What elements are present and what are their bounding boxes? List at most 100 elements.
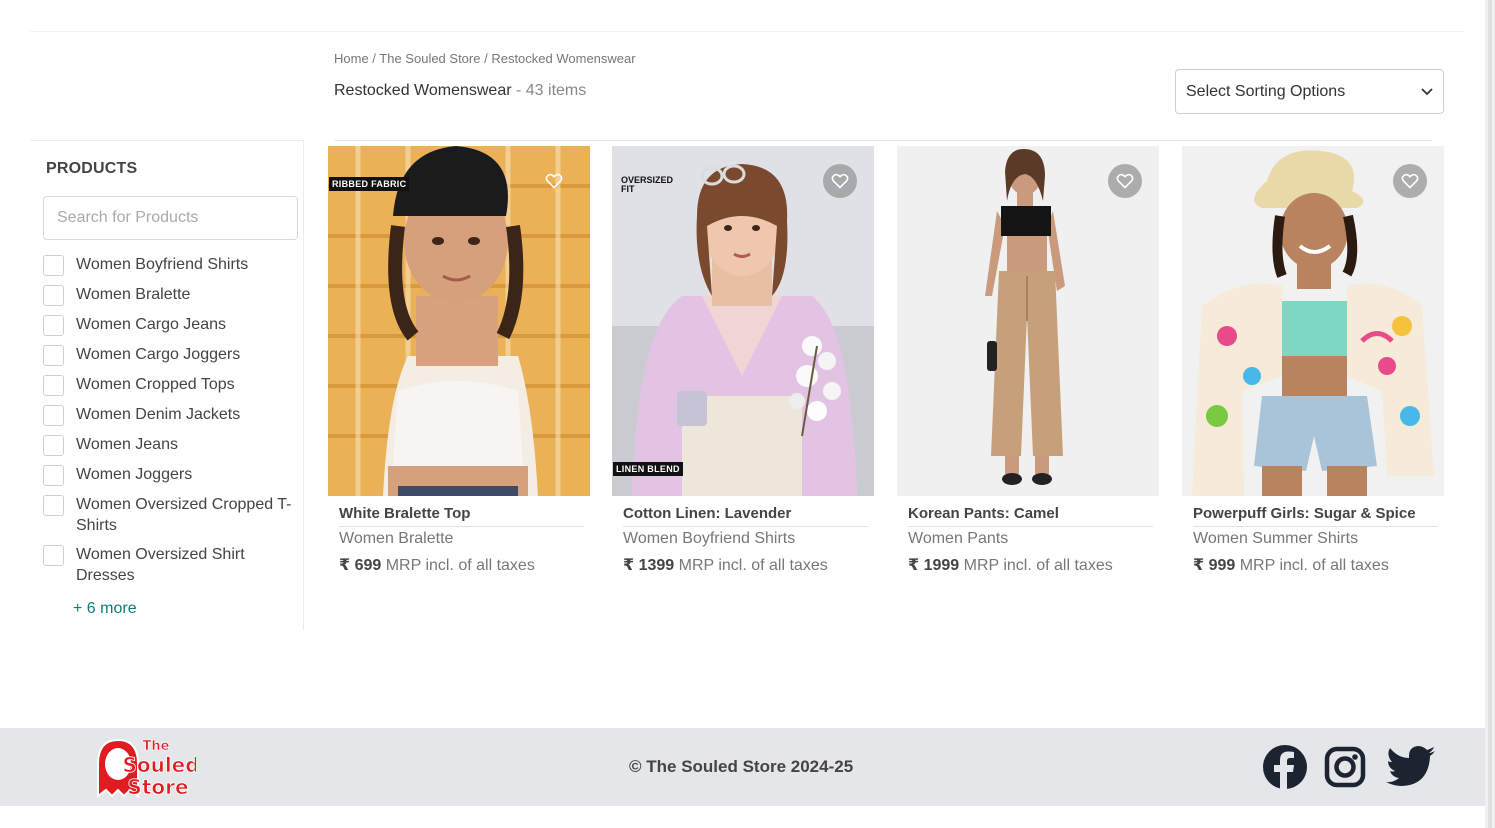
- product-category: Women Boyfriend Shirts: [623, 530, 796, 547]
- filter-item[interactable]: Women Cargo Jeans: [43, 314, 298, 336]
- filter-checkbox[interactable]: [43, 285, 64, 306]
- page-title: Restocked Womenswear - 43 items: [334, 82, 586, 100]
- filter-checkbox[interactable]: [43, 375, 64, 396]
- heart-icon: [1116, 173, 1134, 189]
- top-divider: [30, 31, 1465, 32]
- filter-checkbox[interactable]: [43, 465, 64, 486]
- product-price: ₹ 1399 MRP incl. of all taxes: [623, 555, 828, 575]
- filter-checkbox[interactable]: [43, 435, 64, 456]
- breadcrumb-store[interactable]: The Souled Store: [379, 51, 480, 66]
- price-note: MRP incl. of all taxes: [959, 557, 1113, 574]
- filter-item[interactable]: Women Cropped Tops: [43, 374, 298, 396]
- filter-checkbox[interactable]: [43, 405, 64, 426]
- filter-checkbox[interactable]: [43, 315, 64, 336]
- product-image[interactable]: [897, 146, 1159, 496]
- product-name[interactable]: Powerpuff Girls: Sugar & Spice: [1193, 505, 1438, 527]
- product-category: Women Bralette: [339, 530, 454, 547]
- product-card[interactable]: OVERSIZED FIT LINEN BLEND Cotton Linen: L…: [612, 146, 874, 586]
- price-amount: ₹ 1399: [623, 557, 675, 574]
- filter-label: Women Joggers: [76, 466, 193, 483]
- filter-label: Women Oversized Cropped T-Shirts: [76, 496, 292, 534]
- page-title-text: Restocked Womenswear: [334, 82, 512, 99]
- souled-store-logo[interactable]: The Souled Store: [94, 734, 200, 807]
- price-amount: ₹ 999: [1193, 557, 1236, 574]
- filter-item[interactable]: Women Cargo Joggers: [43, 344, 298, 366]
- product-tag-fit-line2: FIT: [621, 184, 635, 194]
- breadcrumb-separator: /: [480, 51, 492, 66]
- instagram-icon: [1324, 746, 1366, 788]
- filter-label: Women Oversized Shirt Dresses: [76, 546, 245, 584]
- product-image[interactable]: RIBBED FABRIC: [328, 146, 590, 496]
- content-divider: [334, 140, 1432, 141]
- product-photo: [612, 146, 874, 496]
- product-photo: [1182, 146, 1444, 496]
- sort-select-label: Select Sorting Options: [1186, 82, 1346, 100]
- price-amount: ₹ 699: [339, 557, 382, 574]
- breadcrumb-home[interactable]: Home: [334, 51, 369, 66]
- footer: The Souled Store © The Souled Store 2024…: [0, 728, 1485, 806]
- sort-select[interactable]: Select Sorting Options: [1175, 69, 1444, 114]
- twitter-link[interactable]: [1386, 746, 1436, 791]
- filter-item[interactable]: Women Boyfriend Shirts: [43, 254, 298, 276]
- product-name[interactable]: White Bralette Top: [339, 505, 584, 527]
- search-products-input[interactable]: [43, 196, 298, 240]
- product-price: ₹ 699 MRP incl. of all taxes: [339, 555, 535, 575]
- show-more-filters-link[interactable]: + 6 more: [73, 600, 137, 618]
- product-name[interactable]: Korean Pants: Camel: [908, 505, 1153, 527]
- sidebar-title: PRODUCTS: [46, 160, 138, 177]
- filter-label: Women Bralette: [76, 286, 191, 303]
- product-photo: [897, 146, 1159, 496]
- product-image[interactable]: [1182, 146, 1444, 496]
- chevron-down-icon: [1421, 88, 1433, 96]
- souled-store-logo-graphic: The Souled Store: [97, 739, 200, 799]
- product-photo: [328, 146, 590, 496]
- filter-sidebar: PRODUCTS Women Boyfriend Shirts Women Br…: [30, 140, 304, 630]
- filter-label: Women Cropped Tops: [76, 376, 235, 393]
- filter-item[interactable]: Women Oversized Shirt Dresses: [43, 544, 298, 586]
- product-card[interactable]: Korean Pants: Camel Women Pants ₹ 1999 M…: [897, 146, 1159, 586]
- wishlist-button[interactable]: [537, 164, 571, 198]
- filter-list: Women Boyfriend Shirts Women Bralette Wo…: [43, 254, 298, 594]
- heart-icon: [545, 173, 563, 189]
- product-category: Women Summer Shirts: [1193, 530, 1359, 547]
- logo-line-2: Souled: [122, 753, 196, 777]
- logo-line-1: The: [143, 739, 170, 754]
- facebook-icon: [1263, 745, 1307, 789]
- filter-checkbox[interactable]: [43, 345, 64, 366]
- item-count: - 43 items: [511, 82, 587, 99]
- page-scrollbar[interactable]: [1485, 0, 1495, 828]
- price-note: MRP incl. of all taxes: [1235, 557, 1389, 574]
- filter-checkbox[interactable]: [43, 545, 64, 566]
- product-image[interactable]: OVERSIZED FIT LINEN BLEND: [612, 146, 874, 496]
- price-note: MRP incl. of all taxes: [674, 557, 828, 574]
- filter-item[interactable]: Women Bralette: [43, 284, 298, 306]
- filter-checkbox[interactable]: [43, 495, 64, 516]
- filter-item[interactable]: Women Jeans: [43, 434, 298, 456]
- filter-item[interactable]: Women Denim Jackets: [43, 404, 298, 426]
- filter-label: Women Denim Jackets: [76, 406, 241, 423]
- wishlist-button[interactable]: [1393, 164, 1427, 198]
- filter-label: Women Jeans: [76, 436, 178, 453]
- filter-checkbox[interactable]: [43, 255, 64, 276]
- product-category: Women Pants: [908, 530, 1009, 547]
- wishlist-button[interactable]: [1108, 164, 1142, 198]
- product-price: ₹ 1999 MRP incl. of all taxes: [908, 555, 1113, 575]
- facebook-link[interactable]: [1262, 744, 1308, 795]
- instagram-link[interactable]: [1324, 746, 1366, 793]
- breadcrumb-current: Restocked Womenswear: [491, 51, 636, 66]
- product-name[interactable]: Cotton Linen: Lavender: [623, 505, 868, 527]
- product-tag-fit: OVERSIZED FIT: [621, 176, 673, 194]
- product-card[interactable]: Powerpuff Girls: Sugar & Spice Women Sum…: [1182, 146, 1444, 586]
- price-amount: ₹ 1999: [908, 557, 960, 574]
- breadcrumb-separator: /: [368, 51, 380, 66]
- filter-item[interactable]: Women Joggers: [43, 464, 298, 486]
- filter-label: Women Boyfriend Shirts: [76, 256, 249, 273]
- product-tag: LINEN BLEND: [613, 462, 683, 476]
- wishlist-button[interactable]: [823, 164, 857, 198]
- logo-line-3: Store: [127, 775, 188, 799]
- heart-icon: [1401, 173, 1419, 189]
- product-price: ₹ 999 MRP incl. of all taxes: [1193, 555, 1389, 575]
- copyright-text: © The Souled Store 2024-25: [629, 757, 854, 776]
- filter-item[interactable]: Women Oversized Cropped T-Shirts: [43, 494, 298, 536]
- product-card[interactable]: RIBBED FABRIC White Bralette Top Women B…: [328, 146, 590, 586]
